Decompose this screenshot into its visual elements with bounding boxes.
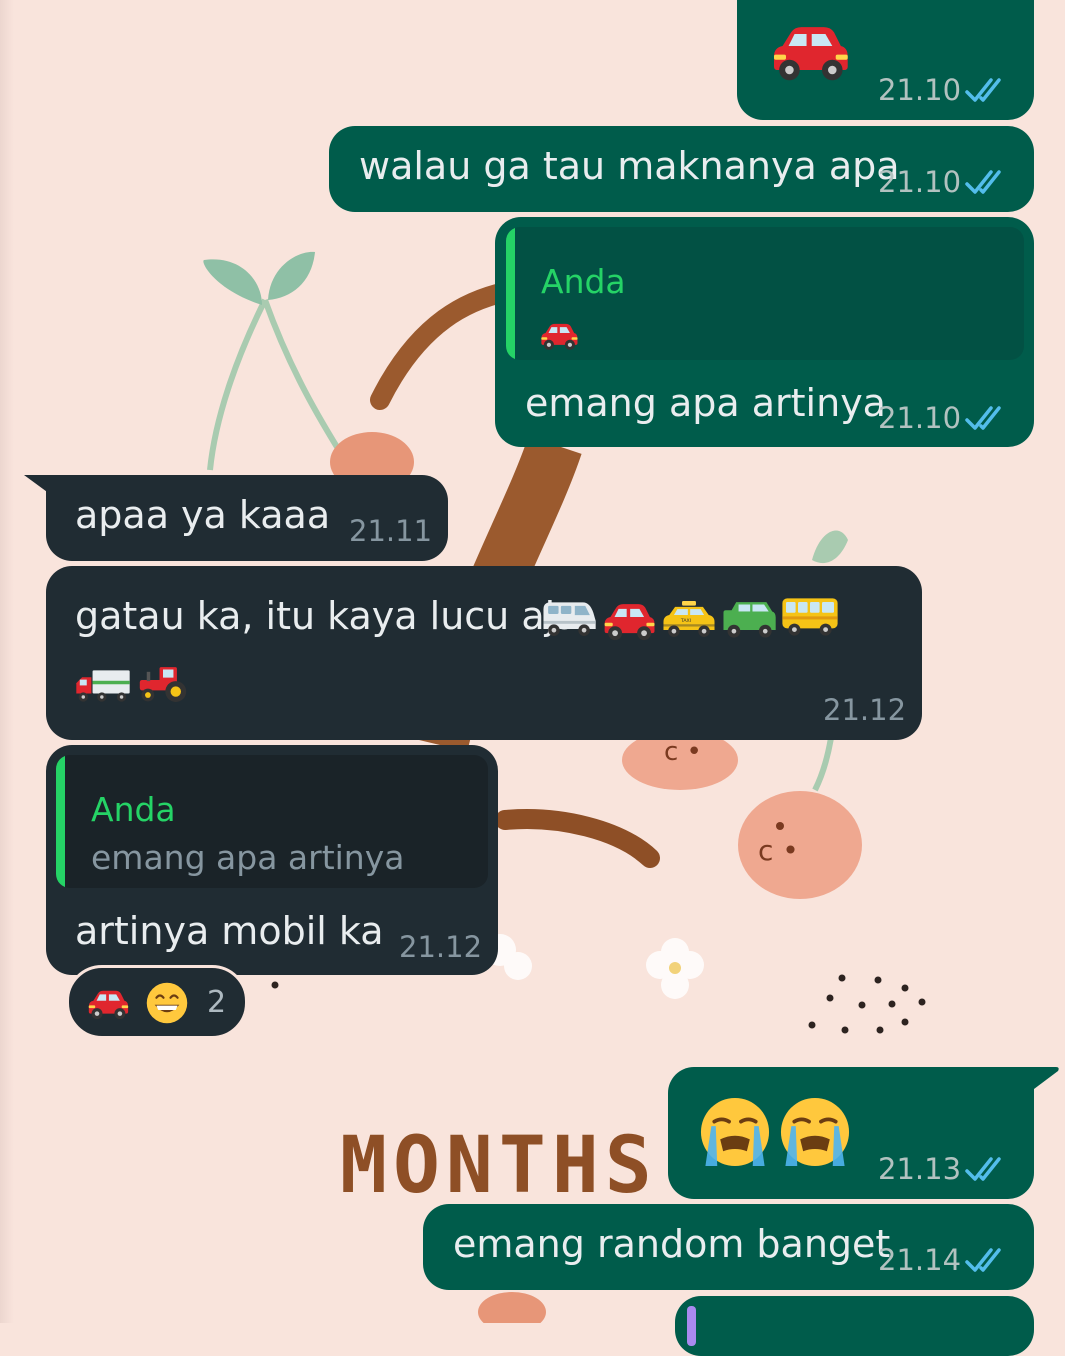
message-time: 21.10 <box>878 401 962 435</box>
read-ticks-icon <box>965 168 1009 196</box>
taxi-emoji <box>660 596 718 642</box>
read-ticks-icon <box>965 404 1009 432</box>
bubble-tail <box>1030 1067 1059 1089</box>
quote-text: emang apa artinya <box>91 838 405 877</box>
message-bubble-outgoing[interactable]: 21.10 <box>737 0 1034 120</box>
message-text: gatau ka, itu kaya lucu aja <box>75 594 579 638</box>
svg-text:c •: c • <box>664 737 702 767</box>
read-ticks-icon <box>965 76 1009 104</box>
wallpaper-text: MONTHS <box>340 1121 658 1211</box>
message-time: 21.10 <box>878 73 962 107</box>
truck-emoji <box>74 662 132 710</box>
message-text: emang random banget <box>453 1222 891 1266</box>
message-text: walau ga tau maknanya apa <box>359 144 900 188</box>
quote-author: Anda <box>541 262 626 301</box>
message-time: 21.13 <box>878 1152 962 1186</box>
quote-accent-bar <box>506 227 515 360</box>
tractor-emoji <box>134 658 192 710</box>
message-text: artinya mobil ka <box>75 909 384 953</box>
reaction-count: 2 <box>207 985 227 1020</box>
left-edge <box>0 0 14 1323</box>
message-text: emang apa artinya <box>525 381 886 425</box>
message-time: 21.12 <box>399 930 483 964</box>
quote-accent-bar <box>56 755 65 888</box>
message-time: 21.11 <box>349 514 433 548</box>
reactions-pill[interactable]: 2 <box>66 965 248 1039</box>
message-time: 21.14 <box>878 1243 962 1277</box>
bus-emoji <box>780 592 840 642</box>
quoted-message[interactable]: Anda <box>506 227 1024 360</box>
quote-accent-bar <box>687 1306 696 1346</box>
car-emoji <box>85 988 131 1020</box>
message-bubble-outgoing[interactable]: Anda emang apa artinya 21.10 <box>495 217 1034 447</box>
minibus-emoji <box>540 594 598 642</box>
car-emoji <box>600 600 658 642</box>
message-bubble-outgoing-partial[interactable] <box>675 1296 1034 1356</box>
message-bubble-incoming[interactable]: apaa ya kaaa 21.11 <box>46 475 448 561</box>
message-time: 21.10 <box>878 165 962 199</box>
car-emoji <box>767 22 853 82</box>
message-bubble-outgoing[interactable]: walau ga tau maknanya apa 21.10 <box>329 126 1034 212</box>
read-ticks-icon <box>965 1155 1009 1183</box>
quoted-message[interactable]: Anda emang apa artinya <box>56 755 488 888</box>
loudly-crying-face-emoji <box>696 1095 774 1169</box>
svg-text:c •: c • <box>758 834 799 867</box>
message-bubble-outgoing[interactable]: 21.13 <box>668 1067 1034 1199</box>
loudly-crying-face-emoji <box>776 1095 854 1169</box>
suv-emoji <box>720 596 778 642</box>
message-time: 21.12 <box>823 693 907 727</box>
quote-author: Anda <box>91 790 176 829</box>
message-bubble-incoming[interactable]: Anda emang apa artinya artinya mobil ka … <box>46 745 498 975</box>
message-bubble-incoming[interactable]: gatau ka, itu kaya lucu aja 21.12 <box>46 566 922 740</box>
car-emoji <box>538 321 580 351</box>
read-ticks-icon <box>965 1246 1009 1274</box>
grinning-face-emoji <box>145 981 189 1025</box>
message-text: apaa ya kaaa <box>75 493 331 537</box>
message-bubble-outgoing[interactable]: emang random banget 21.14 <box>423 1204 1034 1290</box>
